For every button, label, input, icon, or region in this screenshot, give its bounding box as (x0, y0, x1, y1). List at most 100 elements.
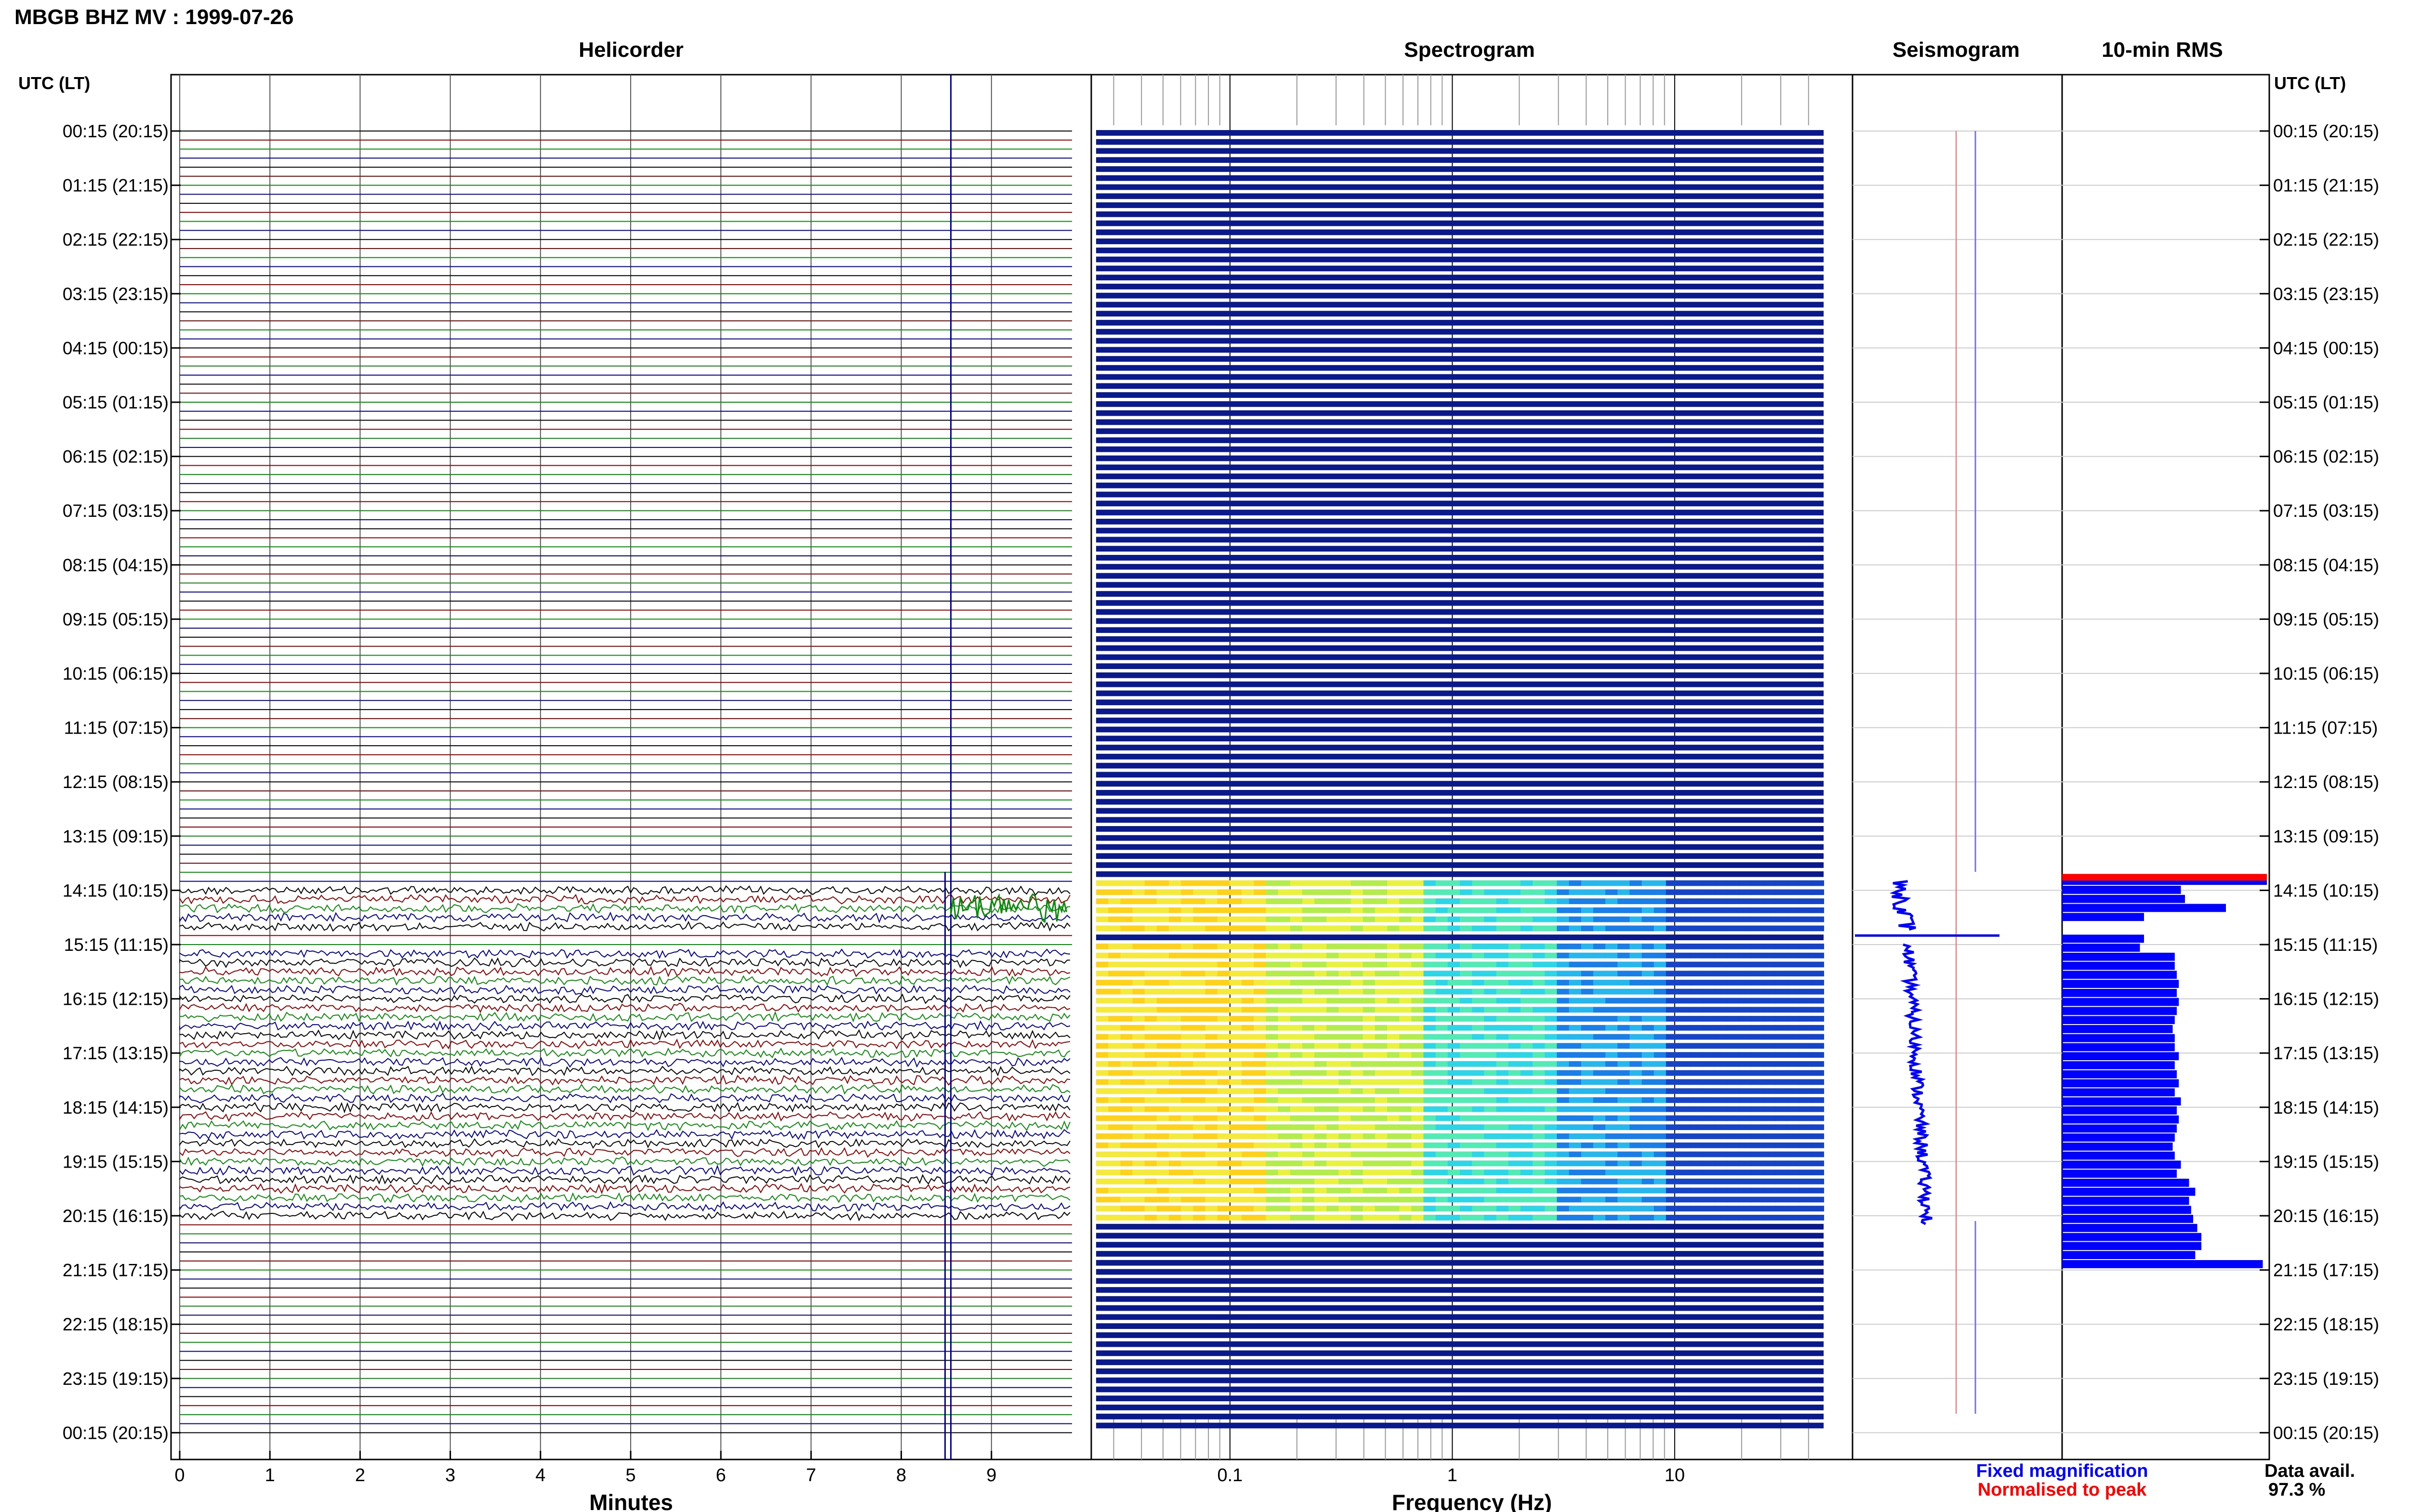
spectrogram-band (1096, 220, 1824, 226)
spectrogram-cell (1399, 980, 1412, 986)
helicorder-trace (179, 1065, 1071, 1077)
spectrogram-cell (1520, 1206, 1533, 1211)
spectrogram-cell (1654, 1088, 1667, 1094)
spectrogram-cell (1787, 961, 1800, 968)
spectrogram-cell (1726, 907, 1739, 913)
spectrogram-cell (1581, 1215, 1594, 1221)
spectrogram-cell (1666, 971, 1679, 977)
spectrogram-cell (1242, 1034, 1255, 1040)
spectrogram-cell (1435, 1043, 1448, 1049)
spectrogram-cell (1314, 1178, 1327, 1184)
spectrogram-cell (1326, 898, 1339, 904)
spectrogram-cell (1423, 1187, 1436, 1194)
spectrogram-cell (1557, 1016, 1570, 1022)
spectrogram-cell (1460, 1160, 1473, 1167)
spectrogram-cell (1629, 980, 1642, 986)
spectrogram-band (1096, 229, 1824, 236)
left-time-tick-label: 15:15 (11:15) (64, 935, 169, 955)
spectrogram-cell (1496, 980, 1509, 986)
spectrogram-cell (1593, 961, 1606, 968)
spectrogram-cell (1205, 1097, 1218, 1103)
left-time-tick-label: 16:15 (12:15) (63, 989, 169, 1009)
spectrogram-cell (1144, 1079, 1157, 1085)
spectrogram-cell (1460, 1178, 1473, 1184)
spectrogram-cell (1763, 1070, 1776, 1076)
spectrogram-cell (1533, 980, 1546, 986)
spectrogram-cell (1557, 1043, 1570, 1049)
spectrogram-cell (1654, 1079, 1667, 1085)
spectrogram-band (1096, 654, 1824, 660)
rms-bar (2062, 1233, 2201, 1241)
spectrogram-cell (1205, 1124, 1218, 1131)
spectrogram-cell (1108, 980, 1121, 986)
spectrogram-cell (1169, 1215, 1182, 1221)
spectrogram-cell (1266, 1106, 1279, 1112)
spectrogram-cell (1508, 971, 1521, 977)
left-time-tick-label: 08:15 (04:15) (63, 555, 169, 575)
spectrogram-cell (1278, 952, 1291, 959)
spectrogram-cell (1702, 944, 1715, 949)
spectrogram-cell (1096, 1079, 1109, 1085)
spectrogram-cell (1460, 1097, 1473, 1103)
spectrogram-cell (1363, 1043, 1376, 1049)
spectrogram-cell (1181, 1043, 1194, 1049)
spectrogram-cell (1314, 1079, 1327, 1085)
spectrogram-cell (1472, 1124, 1485, 1131)
spectrogram-cell (1508, 1034, 1521, 1040)
spectrogram-band (1096, 365, 1824, 371)
spectrogram-cell (1266, 1097, 1279, 1103)
spectrogram-bands (1096, 130, 1824, 1429)
spectrogram-cell (1314, 889, 1327, 895)
spectrogram-cell (1387, 1016, 1400, 1022)
spectrogram-cell (1654, 971, 1667, 977)
spectrogram-cell (1617, 1142, 1630, 1148)
spectrogram-cell (1678, 1178, 1691, 1184)
spectrogram-band (1096, 681, 1824, 687)
spectrogram-cell (1205, 1142, 1218, 1148)
spectrogram-cell (1363, 1142, 1376, 1148)
spectrogram-cell (1738, 1215, 1751, 1221)
spectrogram-cell (1799, 1170, 1812, 1175)
spectrogram-cell (1702, 1196, 1715, 1203)
spectrogram-cell (1205, 1196, 1218, 1203)
spectrogram-cell (1545, 980, 1558, 986)
spectrogram-cell (1423, 889, 1436, 895)
spectrogram-cell (1266, 1151, 1279, 1157)
spectrogram-cell (1460, 988, 1473, 995)
spectrogram-cell (1581, 1061, 1594, 1067)
spectrogram-cell (1229, 889, 1242, 895)
spectrogram-cell (1593, 925, 1606, 932)
spectrogram-cell (1229, 971, 1242, 977)
spectrogram-cell (1593, 988, 1606, 995)
spectrogram-cell (1702, 1170, 1715, 1175)
spectrogram-cell (1278, 980, 1291, 986)
spectrogram-cell (1605, 898, 1618, 904)
spectrogram-cell (1714, 1160, 1727, 1167)
spectrogram-cell (1278, 1178, 1291, 1184)
spectrogram-cell (1338, 1124, 1351, 1131)
spectrogram-cell (1787, 1034, 1800, 1040)
spectrogram-cell (1678, 1007, 1691, 1013)
spectrogram-cell (1484, 898, 1497, 904)
spectrogram-cell (1326, 971, 1339, 977)
spectrogram-cell (1144, 1215, 1157, 1221)
spectrogram-cell (1278, 961, 1291, 968)
spectrogram-cell (1399, 889, 1412, 895)
spectrogram-cell (1545, 898, 1558, 904)
spectrogram-cell (1702, 1206, 1715, 1211)
spectrogram-cell (1605, 1133, 1618, 1139)
rms-bar (2062, 934, 2144, 943)
spectrogram-cell (1242, 1124, 1255, 1131)
left-time-tick-label: 06:15 (02:15) (63, 447, 169, 467)
spectrogram-band (1096, 1422, 1824, 1429)
spectrogram-cell (1096, 1215, 1109, 1221)
spectrogram-cell (1181, 1170, 1194, 1175)
spectrogram-cell (1641, 1088, 1655, 1094)
spectrogram-cell (1799, 1151, 1812, 1157)
spectrogram-cell (1496, 880, 1509, 886)
spectrogram-cell (1120, 889, 1133, 895)
spectrogram-cell (1617, 1061, 1630, 1067)
spectrogram-cell (1229, 1007, 1242, 1013)
spectrogram-cell (1435, 980, 1448, 986)
spectrogram-cell (1096, 998, 1109, 1004)
